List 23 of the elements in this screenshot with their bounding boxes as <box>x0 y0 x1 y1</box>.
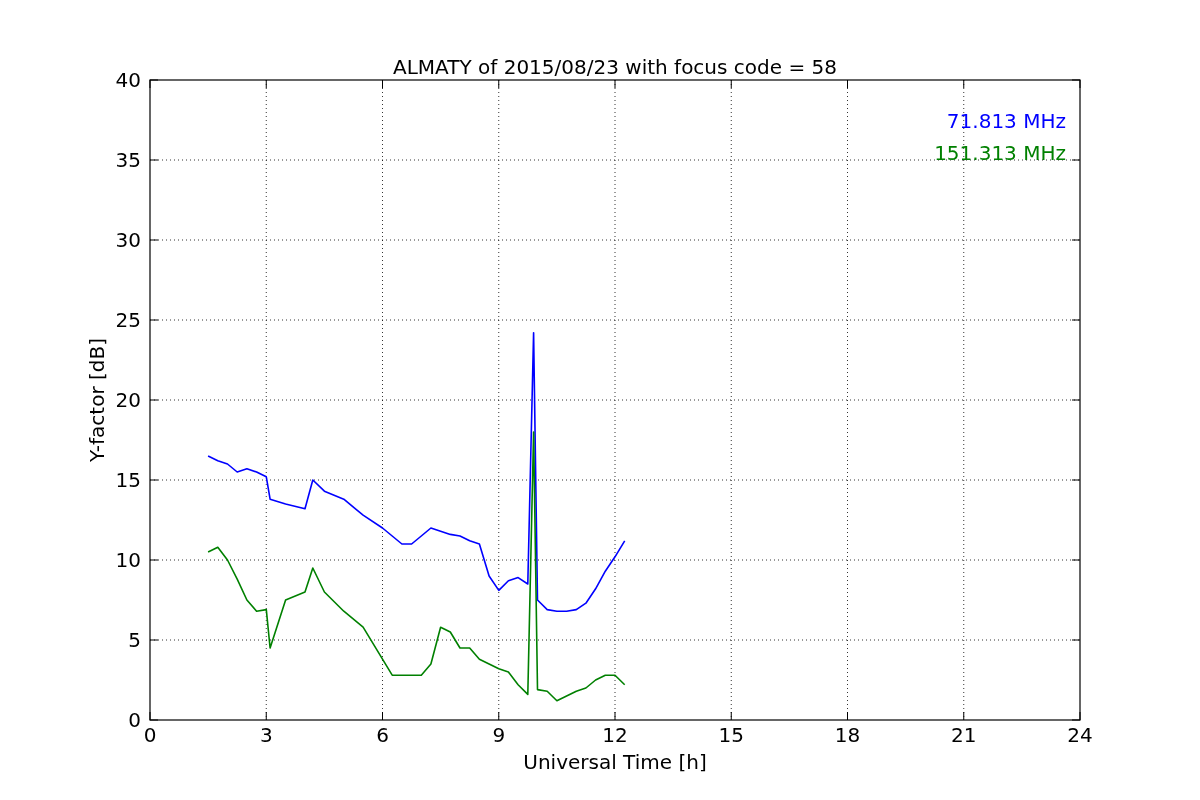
tick-label: 24 <box>1067 723 1093 747</box>
tick-label: 6 <box>376 723 389 747</box>
tick-label: 15 <box>718 723 744 747</box>
tick-label: 20 <box>115 388 141 412</box>
axis-label: Y-factor [dB] <box>85 338 109 462</box>
legend-label: 151.313 MHz <box>934 141 1066 165</box>
tick-label: 0 <box>128 708 141 732</box>
tick-label: 40 <box>115 68 141 92</box>
tick-label: 15 <box>115 468 141 492</box>
tick-label: 30 <box>115 228 141 252</box>
tick-label: 3 <box>259 723 273 747</box>
axis-label: Universal Time [h] <box>523 750 707 774</box>
tick-label: 18 <box>834 723 861 747</box>
chart-title: ALMATY of 2015/08/23 with focus code = 58 <box>393 55 837 79</box>
tick-label: 35 <box>115 148 141 172</box>
legend-label: 71.813 MHz <box>946 109 1066 133</box>
tick-label: 21 <box>951 723 977 747</box>
tick-label: 25 <box>115 308 141 332</box>
tick-label: 10 <box>115 548 141 572</box>
tick-label: 5 <box>128 628 141 652</box>
tick-label: 0 <box>143 723 157 747</box>
tick-label: 12 <box>602 723 628 747</box>
tick-label: 9 <box>492 723 506 747</box>
